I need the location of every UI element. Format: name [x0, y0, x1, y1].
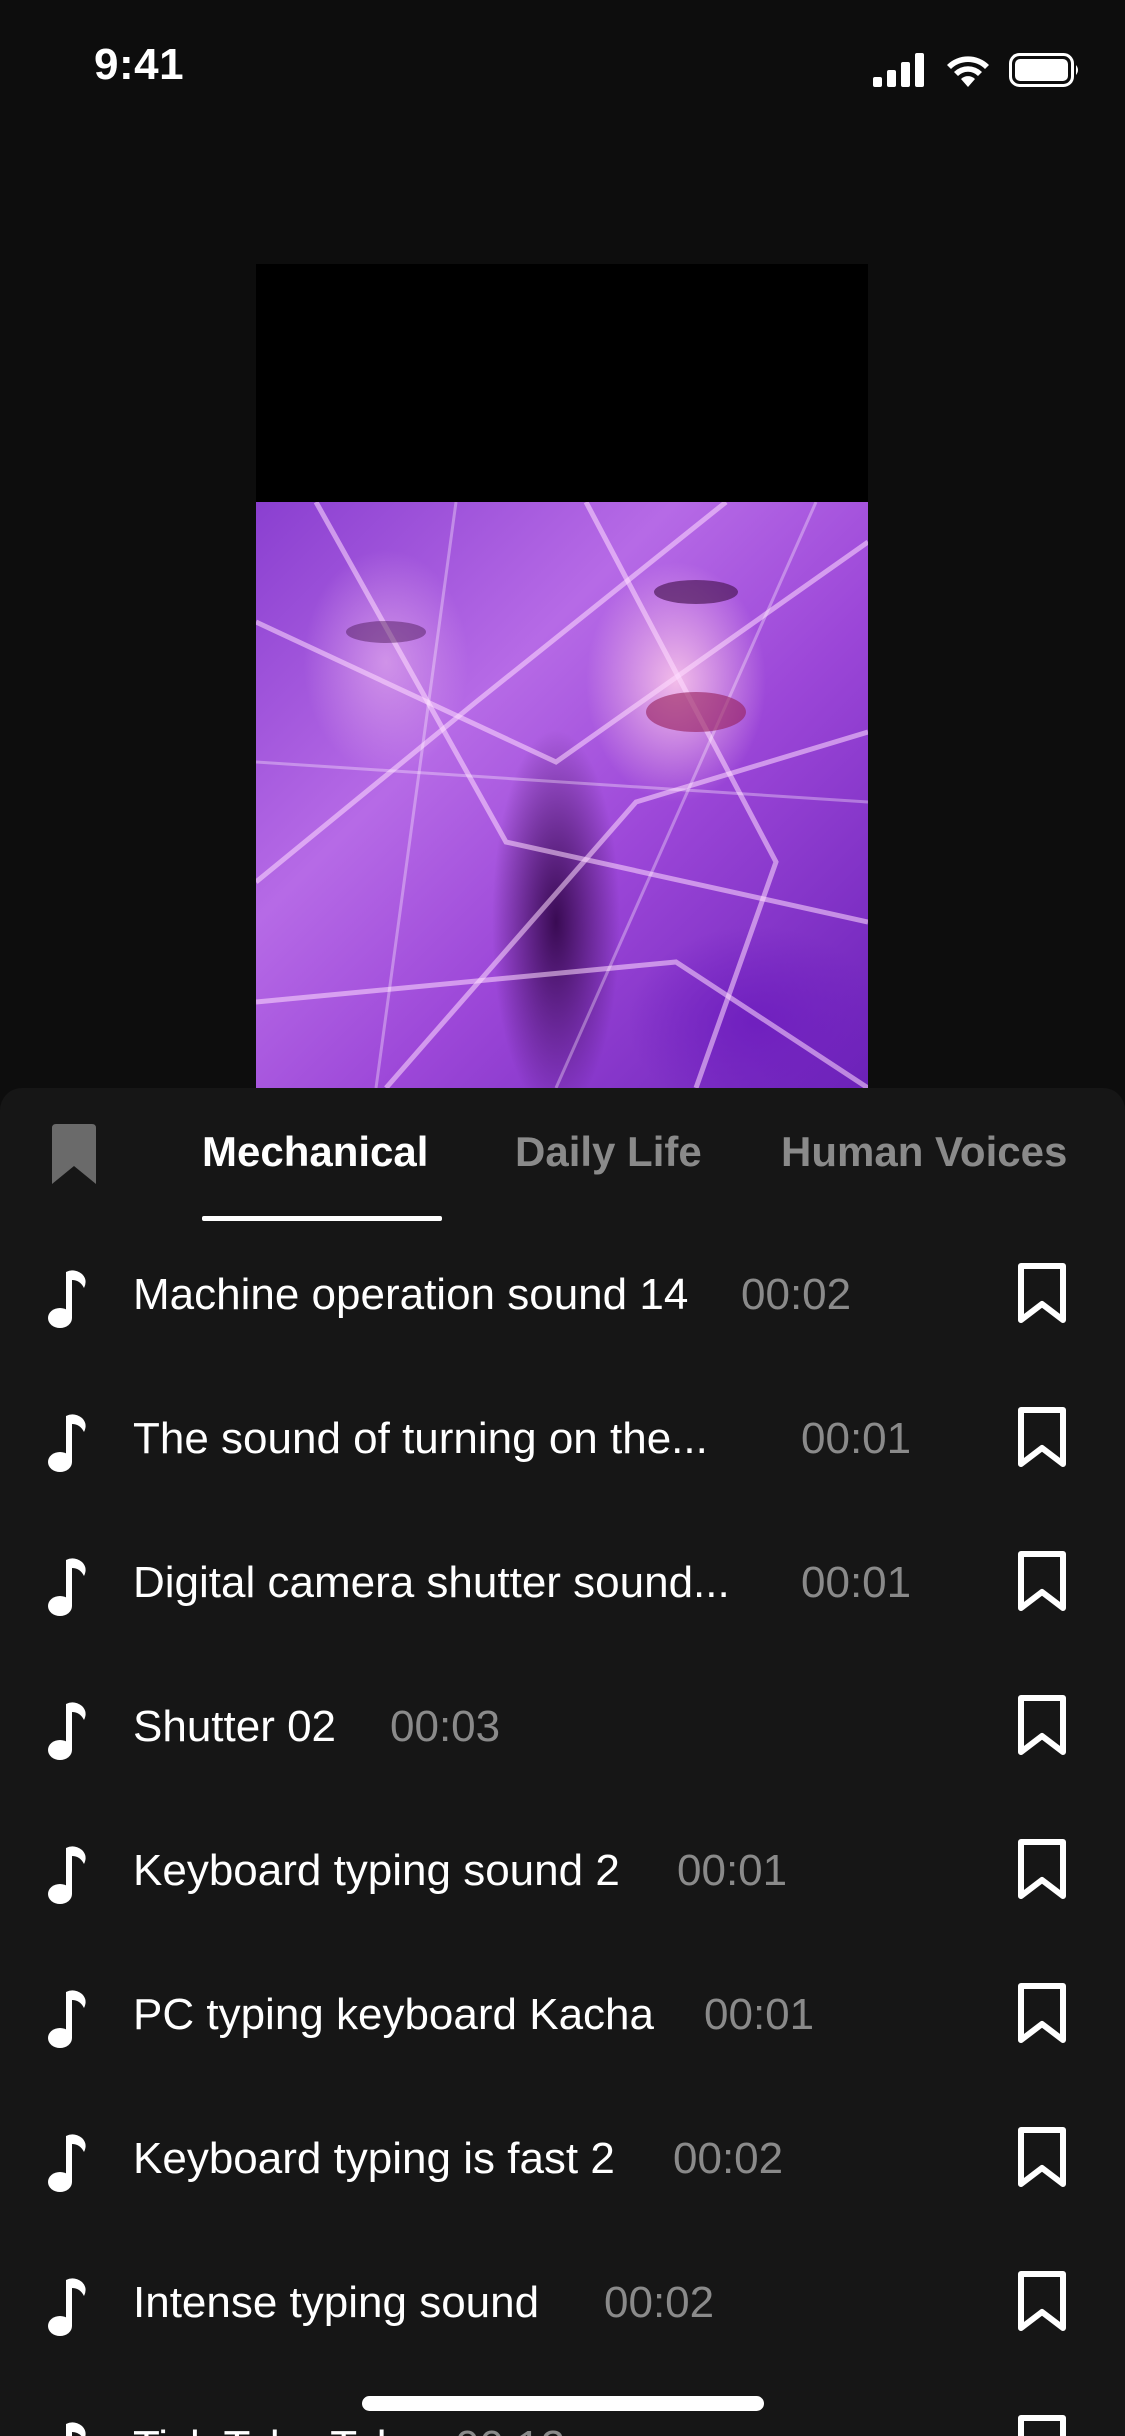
bookmark-icon[interactable]	[1016, 1550, 1068, 1614]
sound-row[interactable]: Digital camera shutter sound... 00:01	[0, 1512, 1125, 1656]
status-icons	[873, 52, 1081, 88]
tab-daily-life[interactable]: Daily Life	[515, 1128, 702, 1176]
sound-duration: 00:02	[673, 2134, 784, 2183]
music-note-icon	[48, 2134, 86, 2192]
sound-title: PC typing keyboard Kacha	[133, 1990, 654, 2039]
bookmark-icon[interactable]	[1016, 1262, 1068, 1326]
sound-row[interactable]: PC typing keyboard Kacha 00:01	[0, 1944, 1125, 2088]
cellular-signal-icon	[873, 53, 924, 87]
video-preview[interactable]	[256, 264, 868, 1088]
category-tabs: Mechanical Daily Life Human Voices	[0, 1088, 1125, 1224]
sound-row[interactable]: Keyboard typing sound 2 00:01	[0, 1800, 1125, 1944]
active-tab-indicator	[202, 1216, 442, 1221]
bookmark-icon[interactable]	[1016, 1694, 1068, 1758]
bookmark-icon[interactable]	[1016, 2270, 1068, 2334]
music-note-icon	[48, 1414, 86, 1472]
status-bar: 9:41	[0, 0, 1125, 132]
bookmark-icon[interactable]	[1016, 2414, 1068, 2436]
tab-human-voices[interactable]: Human Voices	[781, 1128, 1067, 1176]
sound-title: Shutter 02	[133, 1702, 337, 1751]
sound-duration: 00:01	[704, 1990, 815, 2039]
sound-title: Keyboard typing is fast 2	[133, 2134, 615, 2183]
music-note-icon	[48, 1270, 86, 1328]
music-note-icon	[48, 2278, 86, 2336]
music-note-icon	[48, 1990, 86, 2048]
sound-title: Machine operation sound 14	[133, 1270, 689, 1319]
bookmark-icon[interactable]	[1016, 1838, 1068, 1902]
preview-image	[256, 502, 868, 1088]
sound-title: The sound of turning on the...	[133, 1414, 708, 1463]
sound-row[interactable]: Shutter 02 00:03	[0, 1656, 1125, 1800]
home-indicator[interactable]	[362, 2396, 764, 2411]
music-note-icon	[48, 1702, 86, 1760]
sound-title: Keyboard typing sound 2	[133, 1846, 620, 1895]
sound-row[interactable]: Machine operation sound 14 00:02	[0, 1224, 1125, 1368]
sound-duration: 00:01	[677, 1846, 788, 1895]
sound-title: Digital camera shutter sound...	[133, 1558, 730, 1607]
sound-duration: 00:01	[801, 1558, 912, 1607]
status-time: 9:41	[94, 40, 185, 89]
sound-duration: 00:12	[455, 2422, 565, 2436]
sound-duration: 00:01	[801, 1414, 912, 1463]
music-note-icon	[48, 1558, 86, 1616]
wifi-icon	[947, 56, 989, 87]
sound-row[interactable]: The sound of turning on the... 00:01	[0, 1368, 1125, 1512]
music-note-icon	[48, 1846, 86, 1904]
bookmark-icon[interactable]	[1016, 1406, 1068, 1470]
tab-mechanical[interactable]: Mechanical	[202, 1128, 428, 1176]
bookmark-icon[interactable]	[1016, 1982, 1068, 2046]
bookmark-icon[interactable]	[1016, 2126, 1068, 2190]
sound-title: Intense typing sound	[133, 2278, 540, 2327]
sound-title: Tick Tok - Tok	[133, 2422, 399, 2436]
sound-picker-sheet: Mechanical Daily Life Human Voices Machi…	[0, 1088, 1125, 2436]
bookmark-filled-icon[interactable]	[48, 1124, 100, 1186]
battery-icon	[1009, 53, 1078, 87]
sound-row[interactable]: Keyboard typing is fast 2 00:02	[0, 2088, 1125, 2232]
sound-duration: 00:03	[390, 1702, 501, 1751]
sound-duration: 00:02	[604, 2278, 715, 2327]
sound-row[interactable]: Intense typing sound 00:02	[0, 2232, 1125, 2376]
sound-duration: 00:02	[741, 1270, 852, 1319]
music-note-icon	[66, 2422, 86, 2436]
